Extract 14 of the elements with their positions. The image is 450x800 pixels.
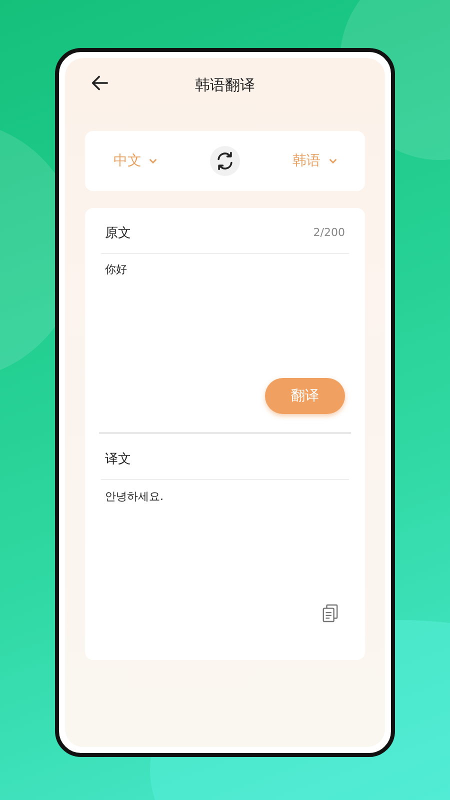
result-label: 译文 (105, 450, 131, 468)
caret-icon (328, 158, 337, 164)
source-text-field[interactable]: 你好 (101, 254, 349, 378)
translate-button[interactable]: 翻译 (265, 378, 345, 414)
source-language-dropdown[interactable]: 中文 (109, 148, 162, 174)
character-counter: 2/200 (313, 226, 345, 239)
target-language-dropdown[interactable]: 韩语 (288, 148, 341, 174)
translated-text: 안녕하세요. (104, 489, 164, 505)
swap-button[interactable] (210, 146, 240, 176)
caret-icon (149, 158, 158, 164)
screen-title: 韩语翻译 (195, 76, 255, 94)
copy-icon[interactable] (322, 604, 339, 623)
source-label: 原文 (105, 224, 131, 242)
back-arrow-icon[interactable] (91, 74, 109, 92)
